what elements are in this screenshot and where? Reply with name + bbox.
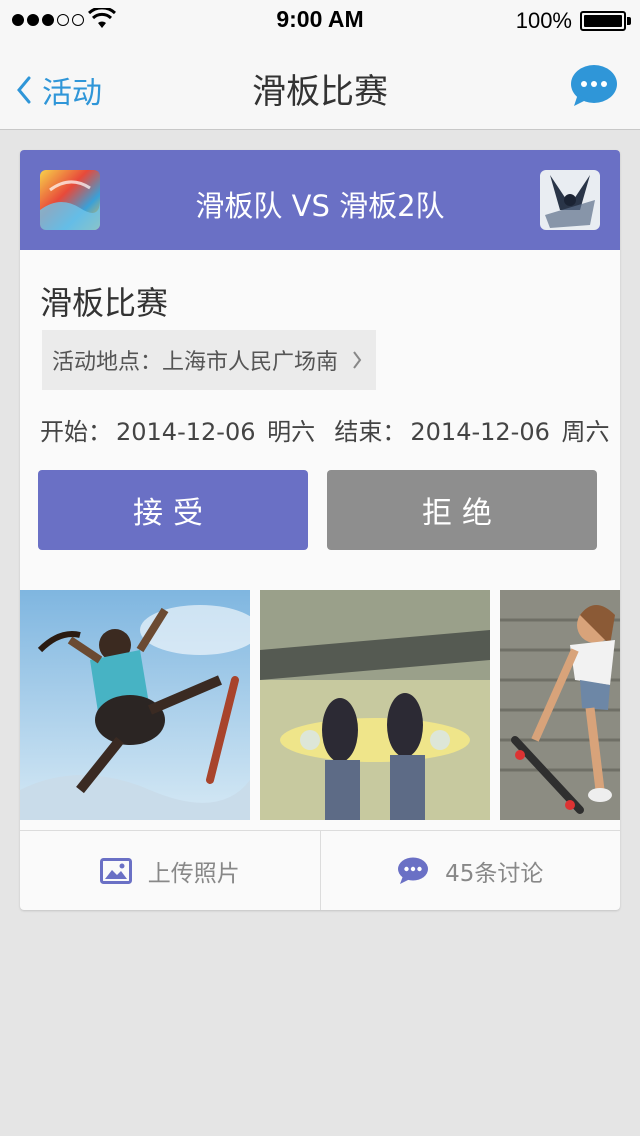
event-title: 滑板比赛 [40, 284, 169, 322]
event-photo[interactable] [260, 590, 490, 820]
image-icon [99, 857, 132, 884]
upload-photo-button[interactable]: 上传照片 [20, 831, 320, 910]
photo-gallery [20, 590, 620, 820]
location-row[interactable]: 活动地点：上海市人民广场南 [42, 330, 377, 390]
start-label: 开始： [40, 418, 112, 446]
status-bar: 9:00 AM 100% [0, 0, 640, 40]
card-actions: 上传照片 45条讨论 [20, 830, 620, 910]
battery-icon [580, 11, 626, 31]
start-weekday: 明六 [267, 418, 316, 446]
event-dates: 开始： 2014-12-06 明六 结束： 2014-12-06 周六 [40, 412, 614, 447]
chevron-right-icon [353, 351, 362, 369]
location-label: 活动地点：上海市人民广场南 [52, 350, 339, 375]
event-photo[interactable] [500, 590, 620, 820]
end-weekday: 周六 [561, 418, 610, 446]
discussion-count-label: 45条讨论 [445, 860, 544, 887]
event-card: 滑板队 VS 滑板2队 滑板比赛 活动地点：上海市人民广场南 开始： 2014-1… [20, 150, 620, 910]
comment-icon [398, 857, 429, 884]
navigation-bar: 活动 滑板比赛 [0, 40, 640, 130]
match-header: 滑板队 VS 滑板2队 [20, 150, 620, 250]
accept-button[interactable]: 接受 [38, 470, 308, 550]
upload-photo-label: 上传照片 [147, 860, 240, 887]
team2-logo[interactable] [540, 170, 600, 230]
chat-icon[interactable] [570, 64, 618, 108]
event-photo[interactable] [20, 590, 250, 820]
battery-percentage: 100% [515, 8, 572, 33]
page-title: 滑板比赛 [252, 72, 388, 112]
end-label: 结束： [334, 418, 407, 446]
discussion-button[interactable]: 45条讨论 [319, 831, 621, 910]
start-date: 2014-12-06 [116, 418, 256, 446]
end-date: 2014-12-06 [410, 418, 550, 446]
match-title: 滑板队 VS 滑板2队 [195, 189, 445, 223]
reject-button[interactable]: 拒绝 [327, 470, 597, 550]
